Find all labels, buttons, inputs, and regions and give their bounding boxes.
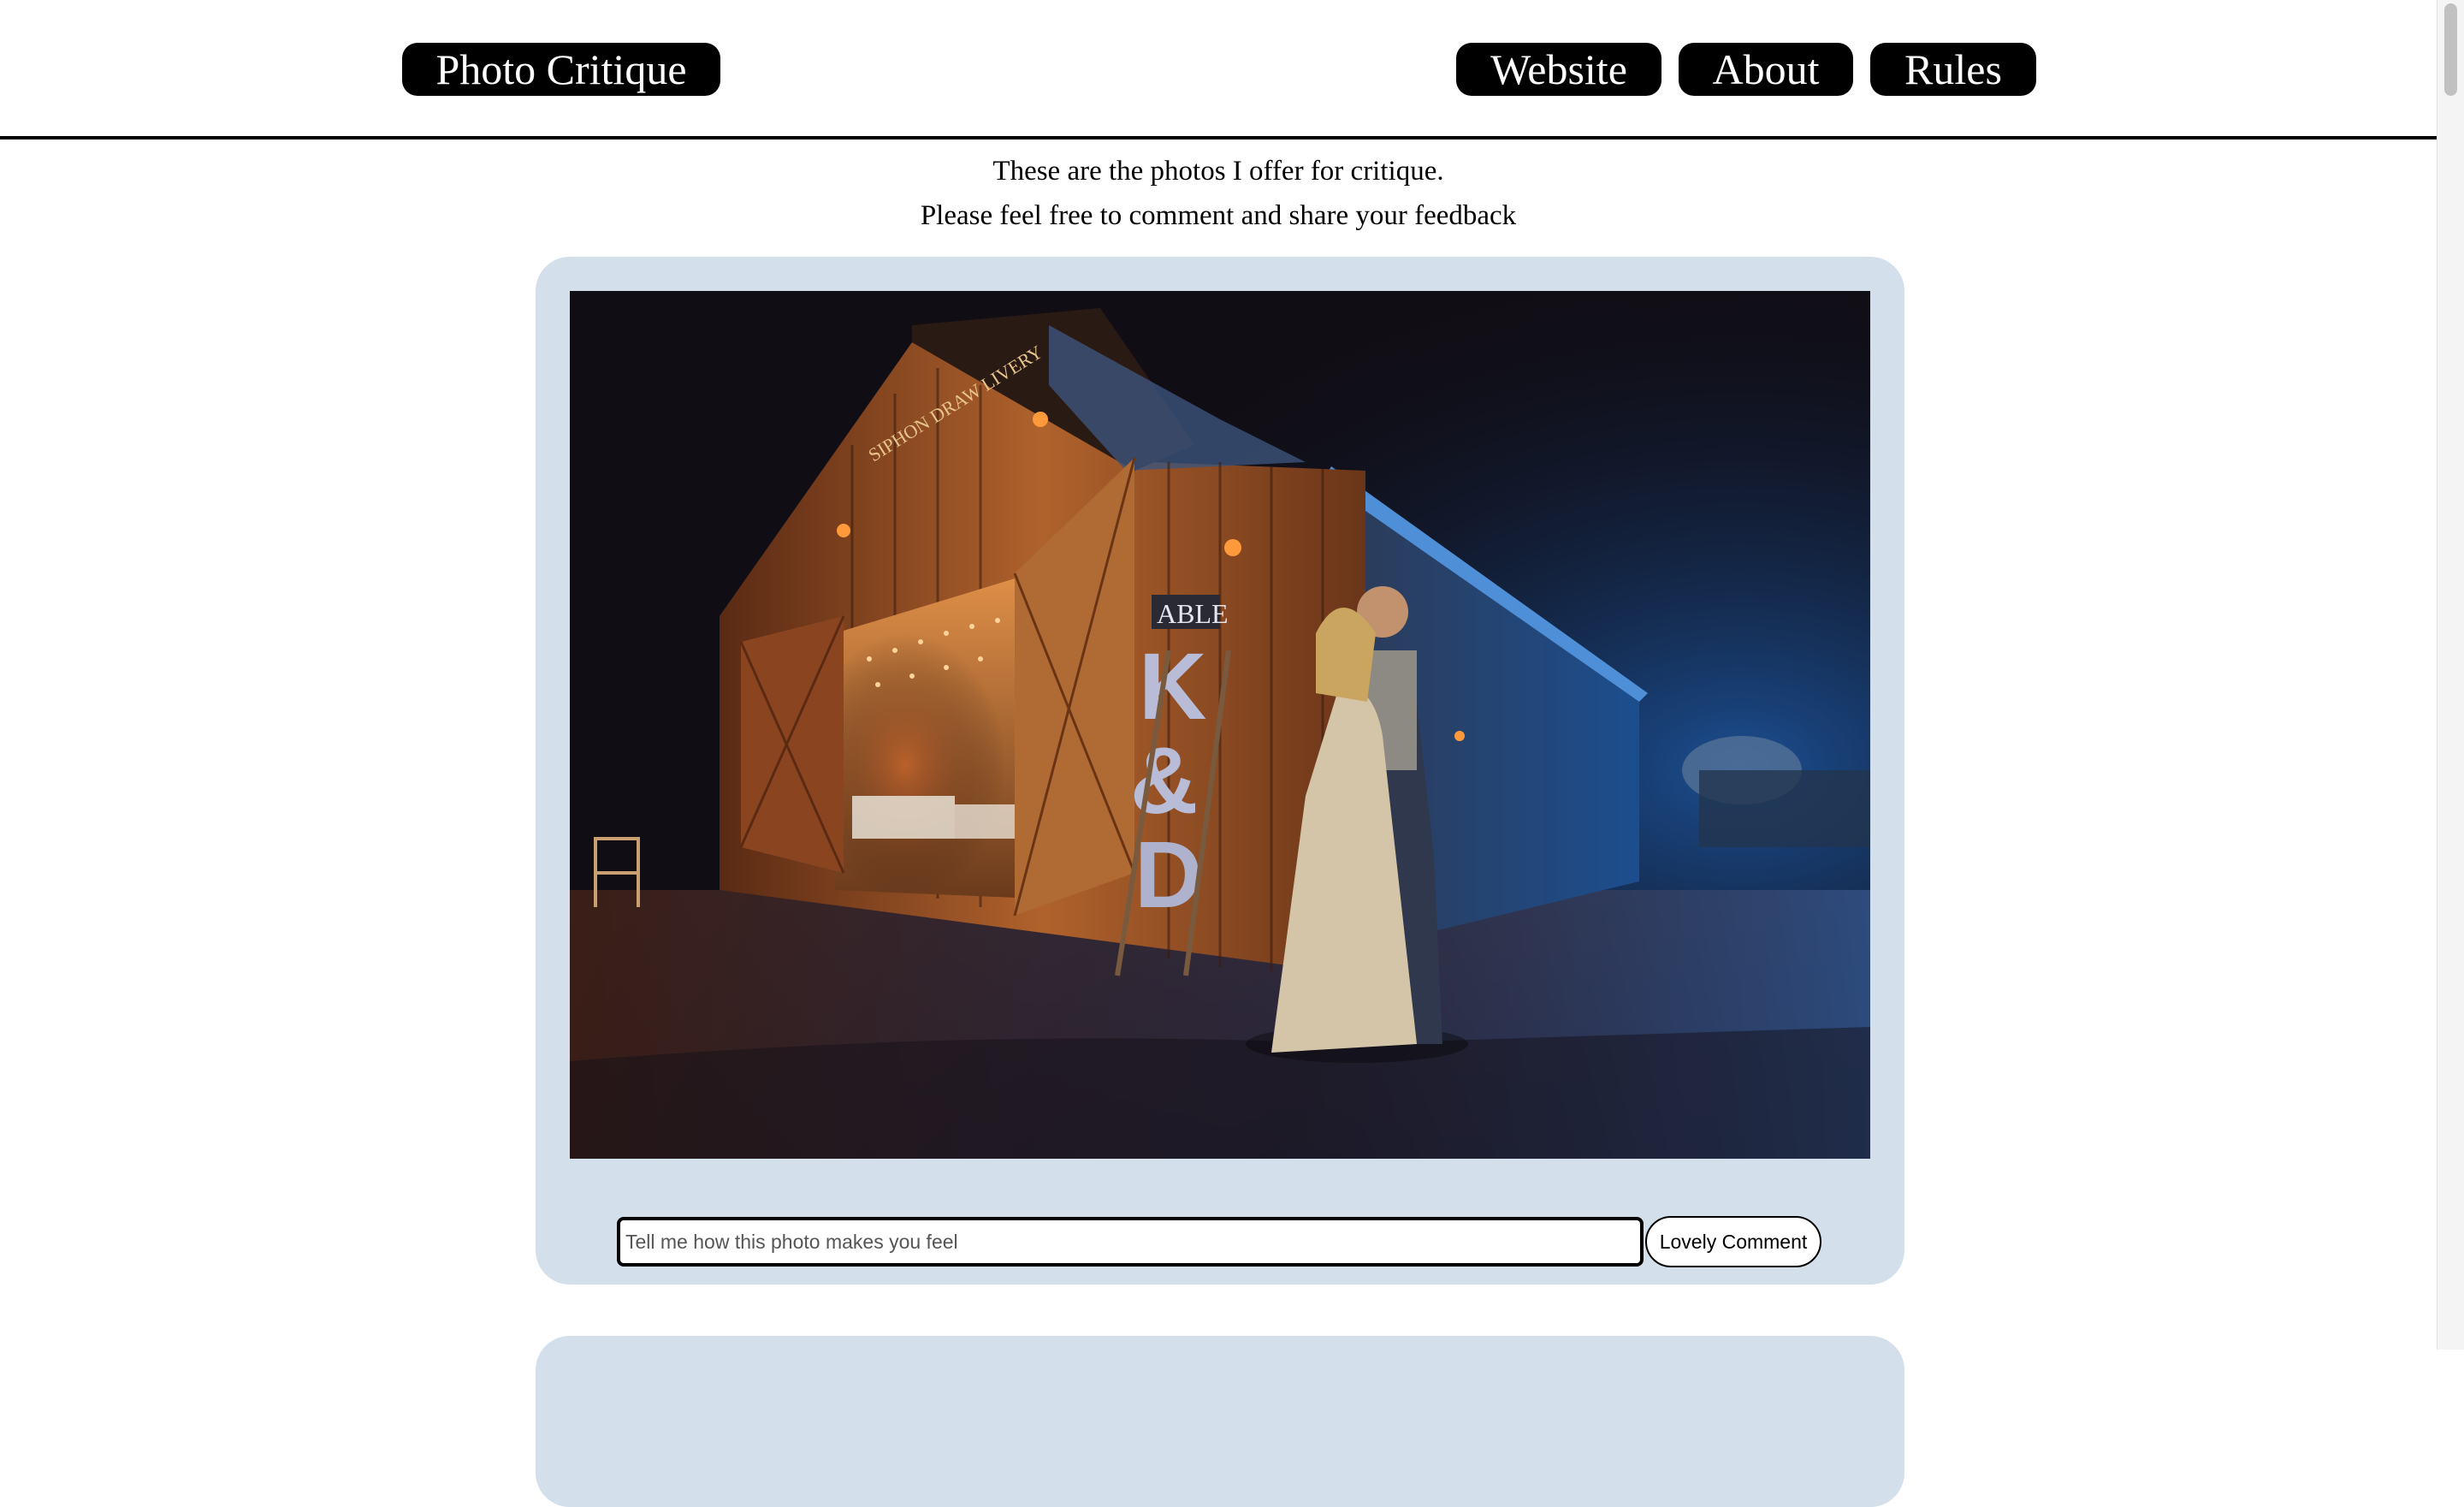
- table-sign-text: ABLE: [1157, 598, 1229, 629]
- nav-rules-button[interactable]: Rules: [1870, 43, 2036, 96]
- intro-line-1: These are the photos I offer for critiqu…: [992, 156, 1444, 187]
- page-scrollbar[interactable]: [2437, 0, 2464, 1350]
- barn-wedding-photo[interactable]: SIPHON DRAW LIVERY ABLE K & D: [570, 291, 1870, 1159]
- comment-input[interactable]: [617, 1217, 1644, 1267]
- photo-card-next: [536, 1336, 1904, 1507]
- lovely-comment-button[interactable]: Lovely Comment: [1645, 1216, 1821, 1267]
- brand-logo-button[interactable]: Photo Critique: [402, 43, 720, 96]
- nav-about-button[interactable]: About: [1679, 43, 1853, 96]
- letter-k: K: [1139, 634, 1206, 739]
- site-header: Photo Critique Website About Rules: [0, 0, 2437, 139]
- intro-line-2: Please feel free to comment and share yo…: [920, 200, 1517, 231]
- scrollbar-thumb[interactable]: [2444, 3, 2457, 96]
- nav-website-button[interactable]: Website: [1456, 43, 1661, 96]
- photo-card: SIPHON DRAW LIVERY ABLE K & D Tell me ho…: [536, 257, 1904, 1285]
